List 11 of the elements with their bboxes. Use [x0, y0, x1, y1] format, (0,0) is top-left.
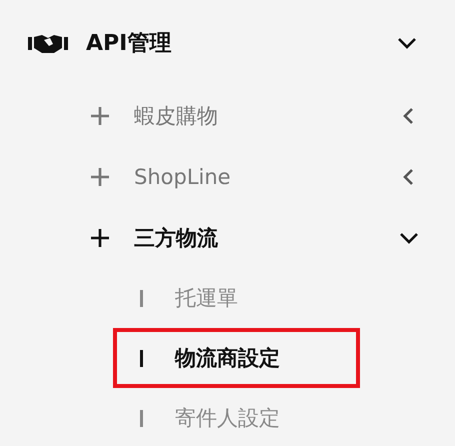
chevron-down-icon [397, 36, 417, 48]
menu-item[interactable]: 物流商設定 [113, 328, 360, 388]
menu-item[interactable]: 蝦皮購物 [0, 85, 455, 146]
menu-item[interactable]: 寄件人設定 [113, 388, 360, 446]
plus-icon [90, 106, 110, 126]
menu-item[interactable]: API管理 [0, 0, 455, 85]
plus-icon [90, 228, 110, 248]
menu-item[interactable]: 三方物流 [0, 207, 455, 268]
plus-icon [90, 166, 110, 186]
menu-item[interactable]: ShopLine [0, 146, 455, 207]
menu-item[interactable]: 托運單 [113, 268, 360, 328]
